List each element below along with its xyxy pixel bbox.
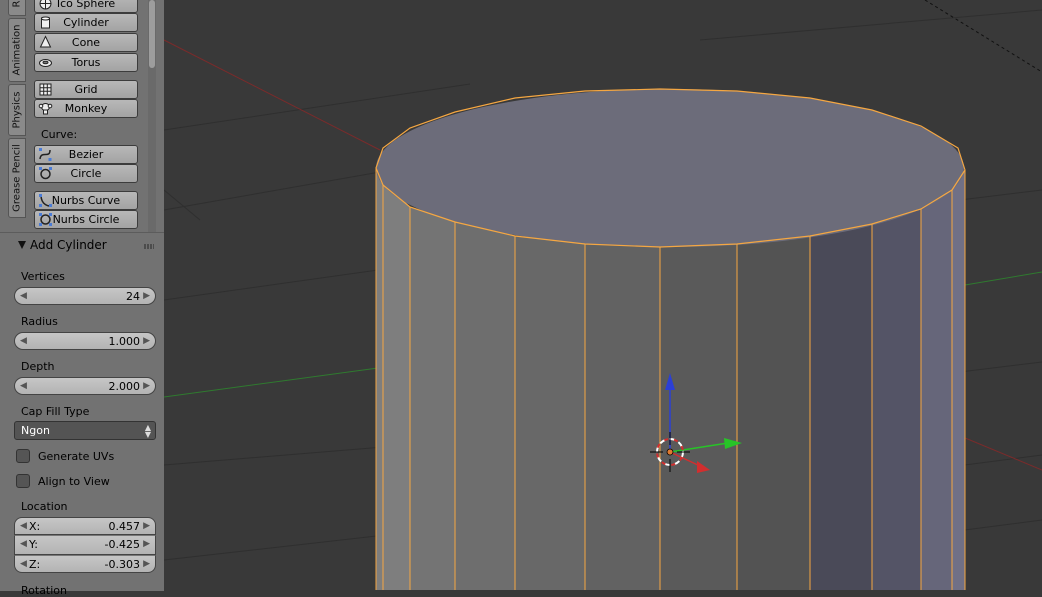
generate-uvs-label: Generate UVs [38, 450, 115, 463]
depth-label: Depth [21, 360, 55, 373]
depth-field[interactable]: ◀ 2.000 ▶ [14, 377, 156, 395]
location-x-field[interactable]: ◀ X: 0.457 ▶ [14, 517, 156, 535]
drag-grip-icon[interactable] [144, 244, 154, 249]
vertices-label: Vertices [21, 270, 65, 283]
increment-arrow-icon[interactable]: ▶ [143, 291, 150, 301]
radius-value: 1.000 [108, 335, 141, 348]
tab-partial[interactable]: R [8, 0, 26, 16]
operator-panel: Add Cylinder Vertices ◀ 24 ▶ Radius ◀ 1.… [0, 232, 164, 597]
rotation-label: Rotation [21, 584, 68, 597]
tab-animation-label: Animation [11, 24, 23, 76]
add-cylinder-button[interactable]: Cylinder [34, 13, 138, 32]
add-cone-button[interactable]: Cone [34, 33, 138, 52]
decrement-arrow-icon[interactable]: ◀ [20, 559, 27, 569]
cone-label: Cone [71, 36, 101, 49]
operator-title: Add Cylinder [30, 238, 107, 252]
depth-value: 2.000 [108, 380, 141, 393]
bezier-label: Bezier [68, 148, 104, 161]
tool-shelf-tabs: R Animation Physics Grease Pencil [0, 0, 28, 232]
radius-label: Radius [21, 315, 58, 328]
decrement-arrow-icon[interactable]: ◀ [20, 291, 27, 301]
add-nurbs-curve-button[interactable]: Nurbs Curve [34, 191, 138, 210]
decrement-arrow-icon[interactable]: ◀ [20, 381, 27, 391]
decrement-arrow-icon[interactable]: ◀ [20, 539, 27, 549]
tool-shelf-scrollbar[interactable] [148, 0, 156, 232]
cap-fill-type-value: Ngon [21, 424, 50, 437]
location-x-value: 0.457 [108, 520, 141, 533]
cap-fill-type-dropdown[interactable]: Ngon ▲ ▼ [14, 421, 156, 440]
align-to-view-checkbox[interactable] [16, 474, 30, 488]
grid-label: Grid [74, 83, 98, 96]
monkey-label: Monkey [64, 102, 108, 115]
nurbs-curve-label: Nurbs Curve [51, 194, 121, 207]
torus-label: Torus [71, 56, 101, 69]
generate-uvs-checkbox[interactable] [16, 449, 30, 463]
collapse-triangle-icon[interactable] [18, 241, 26, 249]
add-monkey-button[interactable]: Monkey [34, 99, 138, 118]
vertices-value: 24 [126, 290, 140, 303]
tab-physics-label: Physics [11, 91, 23, 129]
add-circle-curve-button[interactable]: Circle [34, 164, 138, 183]
increment-arrow-icon[interactable]: ▶ [143, 559, 150, 569]
location-y-value: -0.425 [104, 538, 140, 551]
add-bezier-button[interactable]: Bezier [34, 145, 138, 164]
add-grid-button[interactable]: Grid [34, 80, 138, 99]
increment-arrow-icon[interactable]: ▶ [143, 521, 150, 531]
increment-arrow-icon[interactable]: ▶ [143, 381, 150, 391]
tab-physics[interactable]: Physics [8, 84, 26, 136]
add-nurbs-circle-button[interactable]: Nurbs Circle [34, 210, 138, 229]
circle-curve-label: Circle [70, 167, 102, 180]
ico-sphere-label: Ico Sphere [56, 0, 116, 10]
tab-animation[interactable]: Animation [8, 18, 26, 82]
curve-group-label: Curve: [41, 128, 78, 141]
tab-partial-label: R [11, 0, 23, 8]
nurbs-circle-label: Nurbs Circle [52, 213, 120, 226]
decrement-arrow-icon[interactable]: ◀ [20, 521, 27, 531]
cylinder-mesh[interactable] [375, 88, 966, 590]
location-label: Location [21, 500, 68, 513]
location-z-field[interactable]: ◀ Z: -0.303 ▶ [14, 555, 156, 573]
operator-panel-header[interactable]: Add Cylinder [6, 237, 158, 255]
tab-grease-pencil[interactable]: Grease Pencil [8, 138, 26, 218]
location-y-field[interactable]: ◀ Y: -0.425 ▶ [14, 535, 156, 555]
increment-arrow-icon[interactable]: ▶ [143, 336, 150, 346]
cap-fill-type-label: Cap Fill Type [21, 405, 90, 418]
location-x-key: X: [29, 520, 41, 533]
location-z-key: Z: [29, 558, 41, 571]
vertices-field[interactable]: ◀ 24 ▶ [14, 287, 156, 305]
radius-field[interactable]: ◀ 1.000 ▶ [14, 332, 156, 350]
location-y-key: Y: [29, 538, 38, 551]
cylinder-label: Cylinder [63, 16, 109, 29]
tool-shelf: Ico Sphere Cylinder Cone Torus Grid Monk… [28, 0, 164, 232]
add-ico-sphere-button[interactable]: Ico Sphere [34, 0, 138, 13]
location-z-value: -0.303 [104, 558, 140, 571]
up-down-arrows-icon: ▲ ▼ [144, 423, 151, 439]
decrement-arrow-icon[interactable]: ◀ [20, 336, 27, 346]
align-to-view-label: Align to View [38, 475, 110, 488]
increment-arrow-icon[interactable]: ▶ [143, 539, 150, 549]
add-torus-button[interactable]: Torus [34, 53, 138, 72]
scrollbar-thumb[interactable] [149, 0, 155, 68]
tab-grease-pencil-label: Grease Pencil [11, 144, 23, 212]
